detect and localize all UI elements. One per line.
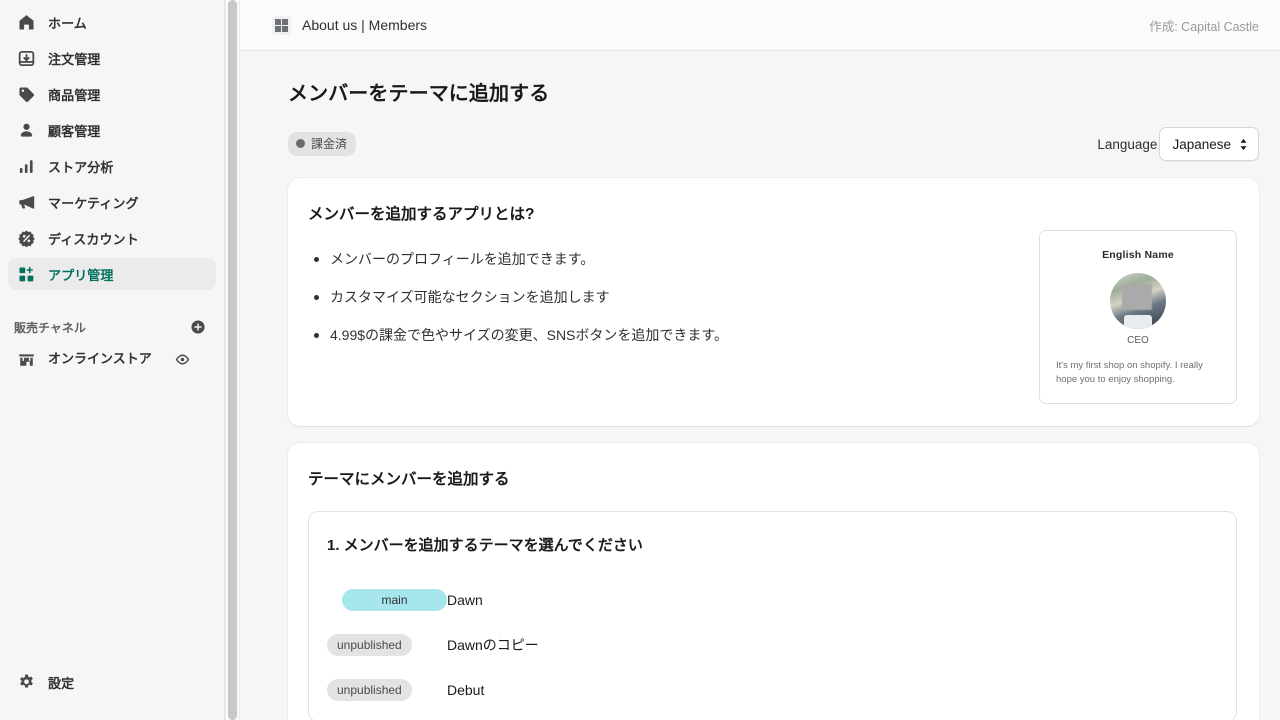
sidebar-footer: 設定 (0, 666, 224, 720)
theme-list-item[interactable]: main Dawn (327, 589, 1216, 611)
orders-inbox-icon (16, 48, 36, 68)
storefront-icon (16, 349, 36, 369)
product-tag-icon (16, 84, 36, 104)
about-app-card: メンバーを追加するアプリとは? メンバーのプロフィールを追加できます。 カスタマ… (288, 178, 1259, 426)
theme-list: main Dawn unpublished Dawnのコピー unpublish… (327, 589, 1216, 701)
page-scroll-area: メンバーをテーマに追加する 課金済 Language Japanese メンバー… (240, 51, 1280, 720)
about-card-body: メンバーのプロフィールを追加できます。 カスタマイズ可能なセクションを追加します… (308, 224, 1237, 404)
sidebar-item-products[interactable]: 商品管理 (8, 78, 216, 110)
sales-channels-label: 販売チャネル (14, 320, 86, 335)
sidebar-item-home[interactable]: ホーム (8, 6, 216, 38)
theme-list-item[interactable]: unpublished Dawnのコピー (327, 634, 1216, 656)
sidebar: ホーム 注文管理 商品管理 顧客管理 ストア分析 マーケティング ディスカウント… (0, 0, 225, 720)
sidebar-item-label: ディスカウント (48, 231, 139, 247)
sidebar-item-orders[interactable]: 注文管理 (8, 42, 216, 74)
list-item: 4.99$の課金で色やサイズの変更、SNSボタンを追加できます。 (308, 325, 1019, 345)
gear-icon (16, 672, 36, 692)
sidebar-item-label: 設定 (48, 675, 75, 691)
app-author: 作成: Capital Castle (1149, 19, 1259, 34)
about-feature-list: メンバーのプロフィールを追加できます。 カスタマイズ可能なセクションを追加します… (308, 249, 1019, 363)
theme-role-slot: main (327, 589, 447, 611)
theme-step-title: 1. メンバーを追加するテーマを選んでください (327, 537, 643, 554)
sidebar-item-label: アプリ管理 (48, 267, 114, 283)
sidebar-item-label: ホーム (48, 15, 87, 31)
preview-member-name: English Name (1102, 249, 1174, 261)
theme-list-item[interactable]: unpublished Debut (327, 679, 1216, 701)
chevron-up-down-icon (1239, 138, 1248, 151)
language-label: Language (1097, 136, 1158, 152)
sidebar-item-label: マーケティング (48, 195, 139, 211)
page-meta-row: 課金済 Language Japanese (288, 127, 1259, 161)
about-card-title: メンバーを追加するアプリとは? (308, 206, 535, 223)
theme-role-slot: unpublished (327, 679, 447, 701)
sidebar-item-apps[interactable]: アプリ管理 (8, 258, 216, 290)
customer-person-icon (16, 120, 36, 140)
app-grid-dots-icon (272, 15, 291, 35)
theme-role-badge: unpublished (327, 634, 412, 656)
plus-circle-icon[interactable] (188, 317, 208, 337)
eye-icon[interactable] (172, 349, 192, 369)
discount-percent-icon (16, 228, 36, 248)
analytics-bar-icon (16, 156, 36, 176)
theme-role-badge: unpublished (327, 679, 412, 701)
sidebar-item-label: オンラインストア (48, 351, 152, 366)
home-icon (16, 12, 36, 32)
theme-name: Dawn (447, 592, 483, 608)
topbar-left: About us | Members (272, 15, 428, 35)
language-select-value: Japanese (1172, 136, 1231, 152)
sidebar-item-marketing[interactable]: マーケティング (8, 186, 216, 218)
sidebar-item-label: 商品管理 (48, 87, 101, 103)
sidebar-item-label: 注文管理 (48, 51, 101, 67)
theme-role-slot: unpublished (327, 634, 447, 656)
sidebar-item-online-store[interactable]: オンラインストア (8, 342, 216, 376)
theme-name: Dawnのコピー (447, 637, 539, 653)
app-root: ホーム 注文管理 商品管理 顧客管理 ストア分析 マーケティング ディスカウント… (0, 0, 1280, 720)
theme-role-badge: main (342, 589, 447, 611)
status-dot-icon (296, 139, 305, 148)
page-container: メンバーをテーマに追加する 課金済 Language Japanese メンバー… (240, 51, 1280, 720)
add-member-to-theme-card: テーマにメンバーを追加する 1. メンバーを追加するテーマを選んでください ma… (288, 443, 1259, 720)
app-topbar: About us | Members 作成: Capital Castle (240, 0, 1280, 51)
sidebar-item-analytics[interactable]: ストア分析 (8, 150, 216, 182)
theme-name: Debut (447, 682, 485, 698)
member-avatar-photo (1110, 273, 1166, 329)
page-scrollbar-thumb[interactable] (228, 0, 237, 720)
page-title: メンバーをテーマに追加する (288, 83, 550, 105)
theme-step-panel: 1. メンバーを追加するテーマを選んでください main Dawn unpubl… (308, 511, 1237, 720)
list-item: メンバーのプロフィールを追加できます。 (308, 249, 1019, 269)
preview-member-role: CEO (1127, 335, 1149, 346)
preview-member-bio: It's my first shop on shopify. I really … (1056, 360, 1203, 385)
status-badge: 課金済 (288, 132, 357, 156)
sidebar-item-settings[interactable]: 設定 (8, 666, 216, 698)
sidebar-section-sales-channels: 販売チャネル (0, 312, 224, 342)
sidebar-item-discounts[interactable]: ディスカウント (8, 222, 216, 254)
sidebar-nav-list: ホーム 注文管理 商品管理 顧客管理 ストア分析 マーケティング ディスカウント… (0, 6, 224, 294)
sidebar-item-label: ストア分析 (48, 159, 114, 175)
main-content: About us | Members 作成: Capital Castle メン… (240, 0, 1280, 720)
page-scrollbar[interactable] (225, 0, 240, 720)
app-title: About us | Members (302, 17, 428, 33)
status-badge-label: 課金済 (311, 137, 348, 151)
theme-card-title: テーマにメンバーを追加する (308, 471, 510, 488)
sidebar-item-customers[interactable]: 顧客管理 (8, 114, 216, 146)
list-item: カスタマイズ可能なセクションを追加します (308, 287, 1019, 307)
marketing-megaphone-icon (16, 192, 36, 212)
apps-grid-plus-icon (16, 264, 36, 284)
member-preview-card: English Name CEO It's my first shop on s… (1039, 230, 1237, 404)
sidebar-item-label: 顧客管理 (48, 123, 101, 139)
language-select[interactable]: Japanese (1159, 127, 1259, 161)
language-selector-group: Language Japanese (1097, 127, 1259, 161)
